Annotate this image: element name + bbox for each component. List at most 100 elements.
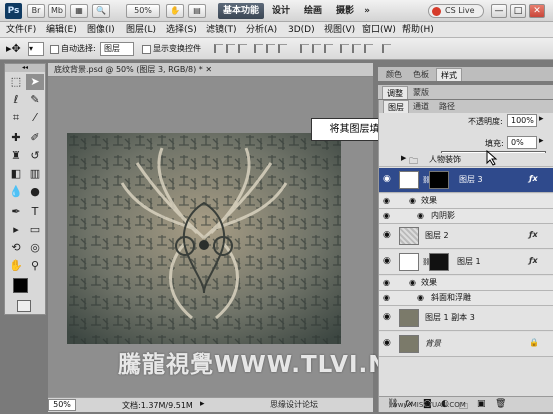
menu-select[interactable]: 选择(S)	[166, 23, 197, 37]
visibility-eye-icon[interactable]: ◉	[383, 174, 393, 184]
layer-row-layer3[interactable]: ◉ ⛓ 图层 3 ƒx	[379, 168, 553, 193]
hand-tool-icon[interactable]: ✋	[7, 258, 25, 274]
effect-bevel-emboss-row[interactable]: ◉ ◉ 斜面和浮雕	[379, 291, 553, 306]
extras-button[interactable]: ▦	[70, 4, 88, 18]
visibility-eye-icon[interactable]: ◉	[383, 256, 393, 266]
fx-icon[interactable]: ƒx	[529, 256, 538, 265]
tab-adjustments[interactable]: 调整	[382, 86, 408, 99]
layer-row-layer2[interactable]: ◉ 图层 2 ƒx	[379, 224, 553, 249]
effects-row[interactable]: ◉ ◉ 效果	[379, 276, 553, 291]
status-menu-arrow-icon[interactable]: ▸	[200, 399, 205, 409]
fx-icon[interactable]: ƒx	[529, 230, 538, 239]
gradient-tool-icon[interactable]: ▥	[26, 166, 44, 182]
document-size-info[interactable]: 文档:1.37M/9.51M	[122, 400, 193, 411]
shape-tool-icon[interactable]: ▭	[26, 222, 44, 238]
healing-brush-icon[interactable]: ✚	[7, 130, 25, 146]
distribute-left-icon[interactable]	[340, 44, 349, 53]
tab-masks[interactable]: 蒙版	[409, 86, 433, 99]
move-tool-icon[interactable]: ➤	[26, 74, 44, 90]
zoom-tool-icon[interactable]: ⚲	[26, 258, 44, 274]
visibility-eye-icon[interactable]: ◉	[383, 312, 393, 322]
maximize-button[interactable]: □	[510, 4, 526, 18]
lasso-tool-icon[interactable]: ℓ	[7, 92, 25, 108]
blur-tool-icon[interactable]: 💧	[7, 184, 25, 200]
tab-layers[interactable]: 图层	[383, 100, 409, 113]
effect-eye-icon[interactable]: ◉	[417, 211, 424, 220]
workspace-essentials[interactable]: 基本功能	[218, 3, 264, 19]
document-tab[interactable]: 底纹背景.psd @ 50% (图层 3, RGB/8) * ✕	[48, 63, 373, 77]
menu-analysis[interactable]: 分析(A)	[246, 23, 277, 37]
tab-swatches[interactable]: 色板	[409, 68, 433, 81]
workspace-painting[interactable]: 绘画	[300, 3, 326, 19]
path-select-icon[interactable]: ▸	[7, 222, 25, 238]
auto-select-checkbox[interactable]	[50, 45, 59, 54]
layer-mask-thumbnail[interactable]	[429, 171, 449, 189]
align-right-icon[interactable]	[278, 44, 287, 53]
eraser-tool-icon[interactable]: ◧	[7, 166, 25, 182]
tab-styles[interactable]: 样式	[436, 68, 462, 81]
fx-icon[interactable]: ƒx	[529, 174, 538, 183]
menu-edit[interactable]: 编辑(E)	[46, 23, 77, 37]
auto-select-dropdown[interactable]: 图层	[100, 42, 134, 56]
effects-eye-icon[interactable]: ◉	[409, 196, 416, 205]
menu-file[interactable]: 文件(F)	[6, 23, 36, 37]
layer-mask-thumbnail[interactable]	[429, 253, 449, 271]
align-vcenter-icon[interactable]	[226, 44, 235, 53]
crop-tool-icon[interactable]: ⌗	[7, 110, 25, 126]
eyedropper-tool-icon[interactable]: ⁄	[26, 110, 44, 126]
menu-help[interactable]: 帮助(H)	[402, 23, 434, 37]
opacity-slider-arrow-icon[interactable]: ▸	[539, 114, 544, 124]
show-transform-checkbox[interactable]	[142, 45, 151, 54]
3d-orbit-icon[interactable]: ◎	[26, 240, 44, 256]
align-top-icon[interactable]	[214, 44, 223, 53]
zoom-level-select[interactable]: 50%	[126, 4, 160, 18]
quick-select-tool-icon[interactable]: ✎	[26, 92, 44, 108]
pen-tool-icon[interactable]: ✒	[7, 204, 25, 220]
effects-eye-icon[interactable]: ◉	[409, 278, 416, 287]
tab-channels[interactable]: 通道	[409, 100, 433, 113]
effects-row[interactable]: ◉ ◉ 效果	[379, 194, 553, 209]
minimize-button[interactable]: —	[491, 4, 507, 18]
type-tool-icon[interactable]: T	[26, 204, 44, 220]
quick-mask-icon[interactable]	[17, 300, 31, 312]
zoom-tool-button[interactable]: 🔍	[92, 4, 110, 18]
distribute-hcenter-icon[interactable]	[352, 44, 361, 53]
visibility-eye-icon[interactable]: ◉	[383, 293, 390, 302]
menu-image[interactable]: 图像(I)	[87, 23, 115, 37]
opacity-input[interactable]: 100%	[507, 114, 537, 127]
distribute-bottom-icon[interactable]	[324, 44, 333, 53]
hand-icon[interactable]: ✋	[166, 4, 184, 18]
align-left-icon[interactable]	[254, 44, 263, 53]
bridge-button[interactable]: Br	[27, 4, 45, 18]
distribute-vcenter-icon[interactable]	[312, 44, 321, 53]
status-zoom-field[interactable]: 50%	[48, 399, 76, 411]
marquee-tool-icon[interactable]: ⬚	[7, 74, 25, 90]
workspace-more-icon[interactable]: »	[360, 3, 374, 19]
arrange-icon[interactable]: ▤	[188, 4, 206, 18]
cs-live-button[interactable]: CS Live	[428, 4, 484, 18]
group-expand-icon[interactable]: ▶	[401, 154, 406, 162]
fill-slider-arrow-icon[interactable]: ▸	[539, 136, 544, 146]
tab-color[interactable]: 颜色	[382, 68, 406, 81]
auto-align-icon[interactable]	[382, 44, 391, 53]
visibility-eye-icon[interactable]: ◉	[383, 278, 390, 287]
distribute-top-icon[interactable]	[300, 44, 309, 53]
layer-row-layer1[interactable]: ◉ ⛓ 图层 1 ƒx	[379, 250, 553, 275]
distribute-right-icon[interactable]	[364, 44, 373, 53]
menu-view[interactable]: 视图(V)	[324, 23, 355, 37]
menu-3d[interactable]: 3D(D)	[288, 23, 315, 37]
align-bottom-icon[interactable]	[238, 44, 247, 53]
menu-layer[interactable]: 图层(L)	[126, 23, 156, 37]
menu-window[interactable]: 窗口(W)	[362, 23, 396, 37]
visibility-eye-icon[interactable]: ◉	[383, 230, 393, 240]
layer-row-background[interactable]: ◉ 背景 🔒	[379, 332, 553, 357]
effect-eye-icon[interactable]: ◉	[417, 293, 424, 302]
dodge-tool-icon[interactable]: ●	[26, 184, 44, 200]
workspace-design[interactable]: 设计	[268, 3, 294, 19]
layer-row-layer1-copy3[interactable]: ◉ 图层 1 副本 3	[379, 306, 553, 331]
clone-stamp-icon[interactable]: ♜	[7, 148, 25, 164]
tab-paths[interactable]: 路径	[435, 100, 459, 113]
effect-inner-shadow-row[interactable]: ◉ ◉ 内阴影	[379, 209, 553, 224]
history-brush-icon[interactable]: ↺	[26, 148, 44, 164]
workspace-photography[interactable]: 摄影	[332, 3, 358, 19]
